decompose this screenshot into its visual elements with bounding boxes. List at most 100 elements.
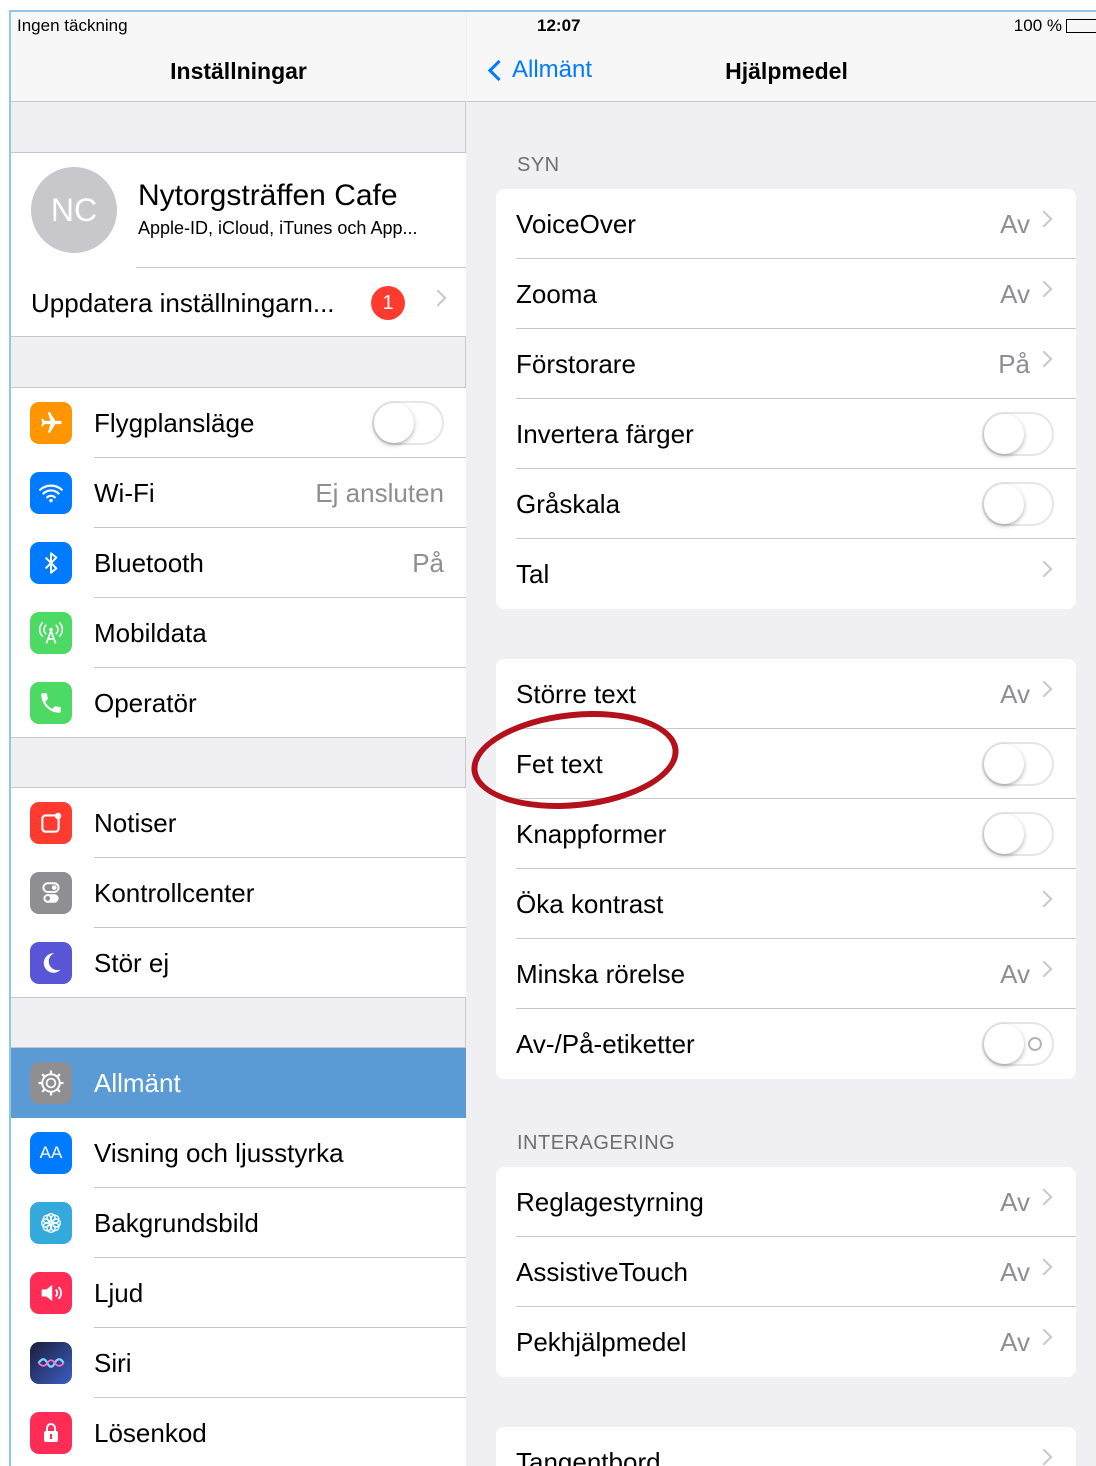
chevron-right-icon [1035,890,1053,908]
row-value: Av [1000,1186,1030,1217]
row-label: Större text [516,678,636,709]
sidebar-item-label: Wi-Fi [94,477,155,508]
row-label: Pekhjälpmedel [516,1326,687,1357]
wifi-status: Ej ansluten [315,477,444,508]
row-value: Av [1000,1256,1030,1287]
on-off-labels-toggle[interactable] [982,1022,1054,1066]
row-label: Zooma [516,278,597,309]
increase-contrast-row[interactable]: Öka kontrast [496,869,1076,939]
chevron-right-icon [1035,1188,1053,1206]
wifi-icon [30,472,72,514]
touch-accommodations-row[interactable]: Pekhjälpmedel Av [496,1307,1076,1377]
sidebar-item-label: Ljud [94,1277,144,1308]
sidebar-item-wallpaper[interactable]: Bakgrundsbild [11,1188,466,1258]
sidebar-item-label: Lösenkod [94,1417,207,1448]
siri-icon [30,1342,72,1384]
sidebar-item-control-center[interactable]: Kontrollcenter [11,858,466,928]
phone-icon [30,682,72,724]
row-label: Öka kontrast [516,888,664,919]
row-value: Av [1000,678,1030,709]
row-label: Av-/På-etiketter [516,1028,695,1059]
vision-group: VoiceOver Av Zooma Av Förstorare På Inve… [496,189,1076,609]
reduce-motion-row[interactable]: Minska rörelse Av [496,939,1076,1009]
sidebar-item-sounds[interactable]: Ljud [11,1258,466,1328]
on-off-labels-row: Av-/På-etiketter [496,1009,1076,1079]
update-settings-label: Uppdatera inställningarn... [31,287,335,318]
row-label: Förstorare [516,348,636,379]
sidebar-item-notifications[interactable]: Notiser [11,788,466,858]
status-bar: Ingen täckning 12:07 100 % [11,12,1096,40]
page-title: Hjälpmedel [725,58,848,84]
chevron-right-icon [1035,960,1053,978]
battery-indicator: 100 % [1014,16,1096,36]
sidebar-item-label: Mobildata [94,617,207,648]
switch-control-row[interactable]: Reglagestyrning Av [496,1167,1076,1237]
settings-sidebar: Inställningar NC Nytorgsträffen Cafe App… [11,12,466,1466]
account-group: NC Nytorgsträffen Cafe Apple-ID, iCloud,… [11,152,466,337]
interaction-group: Reglagestyrning Av AssistiveTouch Av Pek… [496,1167,1076,1377]
control-center-icon [30,872,72,914]
sidebar-item-label: Notiser [94,807,177,838]
sidebar-item-label: Allmänt [94,1067,181,1098]
profile-name: Nytorgsträffen Cafe [138,179,398,212]
voiceover-row[interactable]: VoiceOver Av [496,189,1076,259]
gear-icon [30,1062,72,1104]
sidebar-item-bluetooth[interactable]: Bluetooth På [11,528,466,598]
moon-icon [30,942,72,984]
sidebar-item-label: Bakgrundsbild [94,1207,259,1238]
connectivity-group: Flygplansläge Wi-Fi Ej ansluten Bluetoot… [11,387,466,738]
sidebar-item-label: Stör ej [94,947,170,978]
lock-icon [30,1412,72,1454]
bold-text-row: Fet text [496,729,1076,799]
airplane-toggle[interactable] [372,401,444,445]
zoom-row[interactable]: Zooma Av [496,259,1076,329]
sidebar-item-label: Kontrollcenter [94,877,255,908]
apple-id-row[interactable]: NC Nytorgsträffen Cafe Apple-ID, iCloud,… [11,153,466,268]
row-value: Av [1000,278,1030,309]
button-shapes-row: Knappformer [496,799,1076,869]
sidebar-item-do-not-disturb[interactable]: Stör ej [11,928,466,998]
row-label: Fet text [516,748,603,779]
row-label: Tangentbord [516,1446,661,1466]
sidebar-item-siri[interactable]: Siri [11,1328,466,1398]
battery-percent: 100 % [1013,16,1062,35]
row-label: AssistiveTouch [516,1256,688,1287]
notifications-group: Notiser Kontrollcenter Stör ej [11,787,466,998]
row-label: Invertera färger [516,418,694,449]
sidebar-item-carrier[interactable]: Operatör [11,668,466,738]
sidebar-item-general[interactable]: Allmänt [11,1048,466,1118]
chevron-right-icon [429,289,447,307]
sidebar-item-label: Visning och ljusstyrka [94,1137,344,1168]
row-label: VoiceOver [516,208,636,239]
ipad-screen: Ingen täckning 12:07 100 % Inställningar… [9,10,1096,1466]
bold-text-toggle[interactable] [982,742,1054,786]
chevron-right-icon [1035,1258,1053,1276]
update-settings-row[interactable]: Uppdatera inställningarn... 1 [11,268,466,338]
grayscale-toggle[interactable] [982,482,1054,526]
wallpaper-icon [30,1202,72,1244]
chevron-right-icon [1035,280,1053,298]
sidebar-item-passcode[interactable]: Lösenkod [11,1398,466,1466]
row-label: Gråskala [516,488,621,519]
row-label: Knappformer [516,818,667,849]
button-shapes-toggle[interactable] [982,812,1054,856]
chevron-right-icon [1035,210,1053,228]
sidebar-item-wifi[interactable]: Wi-Fi Ej ansluten [11,458,466,528]
antenna-icon [30,612,72,654]
section-header-interaction: INTERAGERING [517,1132,676,1154]
magnifier-row[interactable]: Förstorare På [496,329,1076,399]
bluetooth-status: På [412,547,444,578]
sidebar-item-mobile-data[interactable]: Mobildata [11,598,466,668]
invert-colors-toggle[interactable] [982,412,1054,456]
sidebar-item-label: Flygplansläge [94,407,255,438]
larger-text-row[interactable]: Större text Av [496,659,1076,729]
sidebar-item-airplane[interactable]: Flygplansläge [11,388,466,458]
speech-row[interactable]: Tal [496,539,1076,609]
keyboard-row[interactable]: Tangentbord [496,1427,1076,1466]
sidebar-item-display[interactable]: AA Visning och ljusstyrka [11,1118,466,1188]
row-label: Tal [516,558,550,589]
sidebar-item-label: Operatör [94,687,197,718]
row-value: Av [1000,1326,1030,1357]
assistivetouch-row[interactable]: AssistiveTouch Av [496,1237,1076,1307]
grayscale-row: Gråskala [496,469,1076,539]
